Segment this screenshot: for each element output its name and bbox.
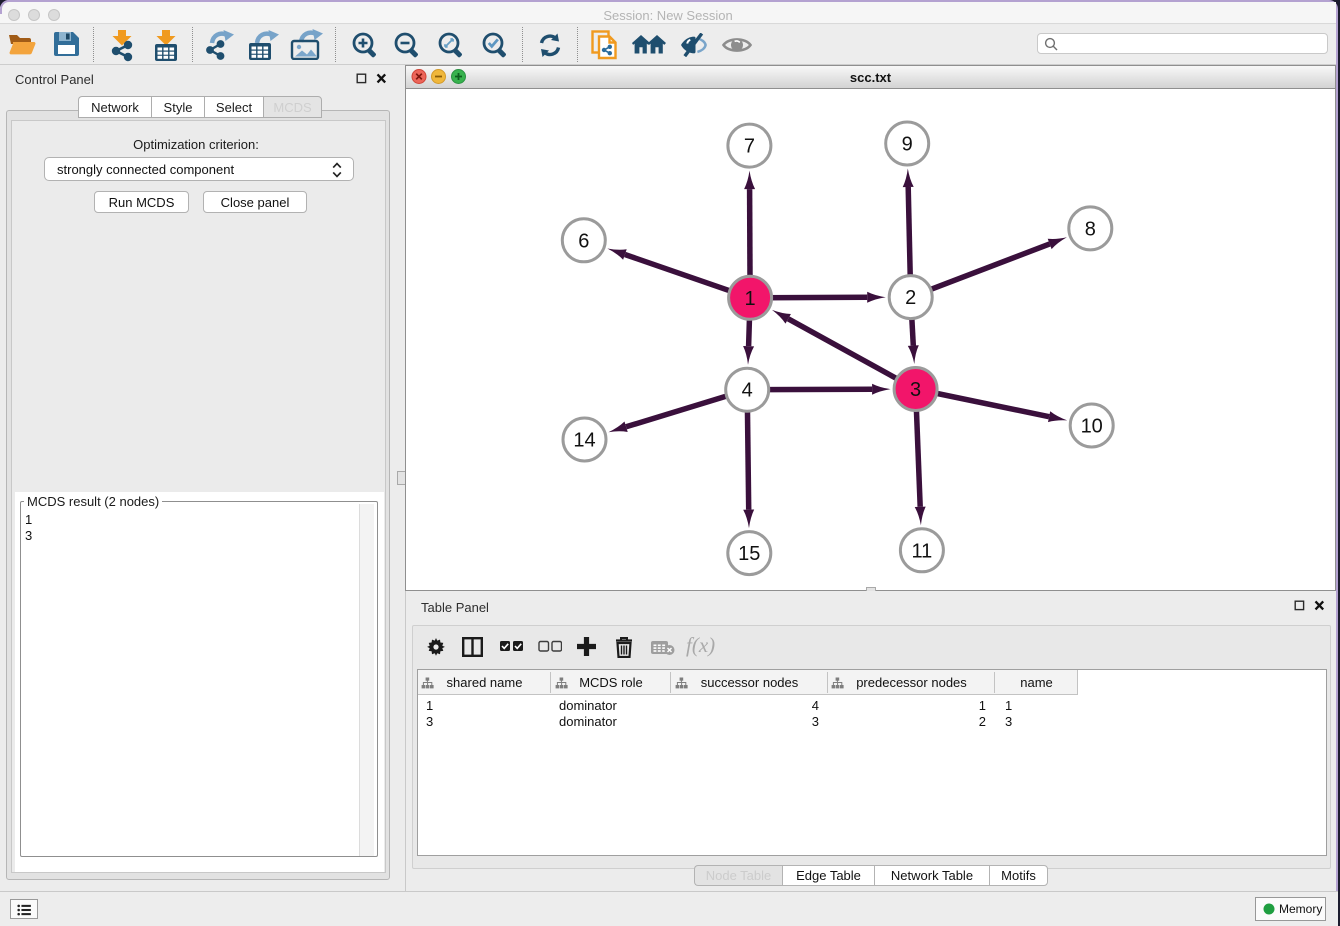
svg-text:11: 11 (912, 540, 933, 562)
svg-text:4: 4 (742, 380, 753, 402)
svg-text:8: 8 (1085, 218, 1096, 240)
svg-text:7: 7 (744, 136, 755, 158)
svg-text:6: 6 (578, 230, 589, 252)
svg-text:1: 1 (745, 288, 756, 310)
svg-text:9: 9 (902, 134, 913, 156)
svg-text:10: 10 (1081, 416, 1103, 438)
svg-text:2: 2 (905, 287, 916, 309)
svg-text:14: 14 (573, 430, 595, 452)
svg-text:15: 15 (738, 543, 760, 565)
svg-text:3: 3 (910, 379, 921, 401)
